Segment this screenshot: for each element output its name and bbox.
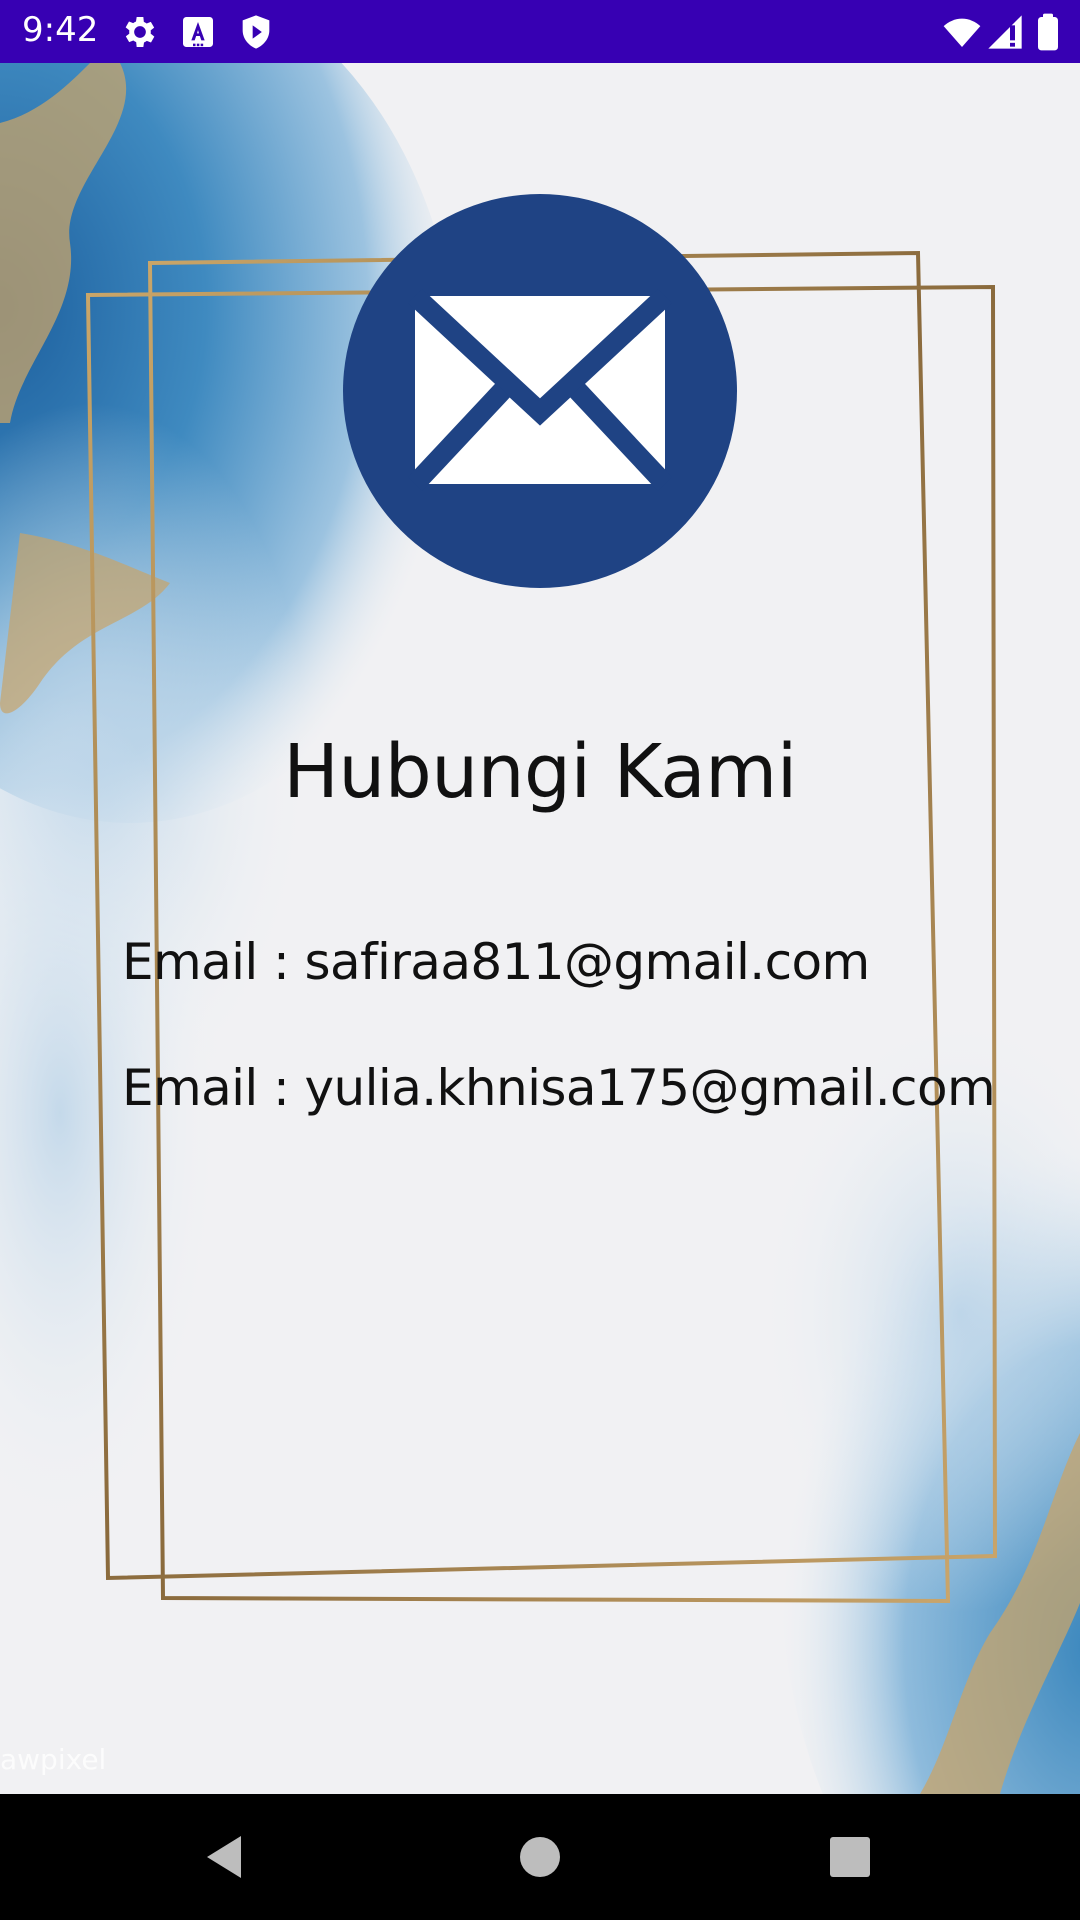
watermark-text: awpixel — [0, 1743, 107, 1776]
navigation-bar — [0, 1794, 1080, 1920]
recents-icon[interactable] — [817, 1824, 883, 1890]
shield-play-icon — [242, 15, 270, 49]
back-icon[interactable] — [193, 1824, 259, 1890]
signal-icon — [988, 15, 1022, 49]
page-title: Hubungi Kami — [283, 729, 797, 815]
text-a-icon — [183, 17, 213, 47]
contact-page: Hubungi Kami Email : safiraa811@gmail.co… — [0, 63, 1080, 1794]
battery-icon — [1038, 13, 1058, 51]
settings-icon — [125, 17, 155, 47]
home-icon[interactable] — [507, 1824, 573, 1890]
email-text-1: Email : safiraa811@gmail.com — [122, 933, 870, 991]
screen: 9:42 Hubungi Kami Email: safiraa811@gma… — [0, 0, 1080, 1920]
email-text-2: Email : yulia.khnisa175@gmail.com — [122, 1059, 996, 1117]
wifi-icon — [943, 18, 981, 47]
mail-icon — [343, 194, 737, 588]
status-bar: 9:42 — [0, 0, 1080, 63]
status-time: 9:42 — [22, 10, 99, 50]
